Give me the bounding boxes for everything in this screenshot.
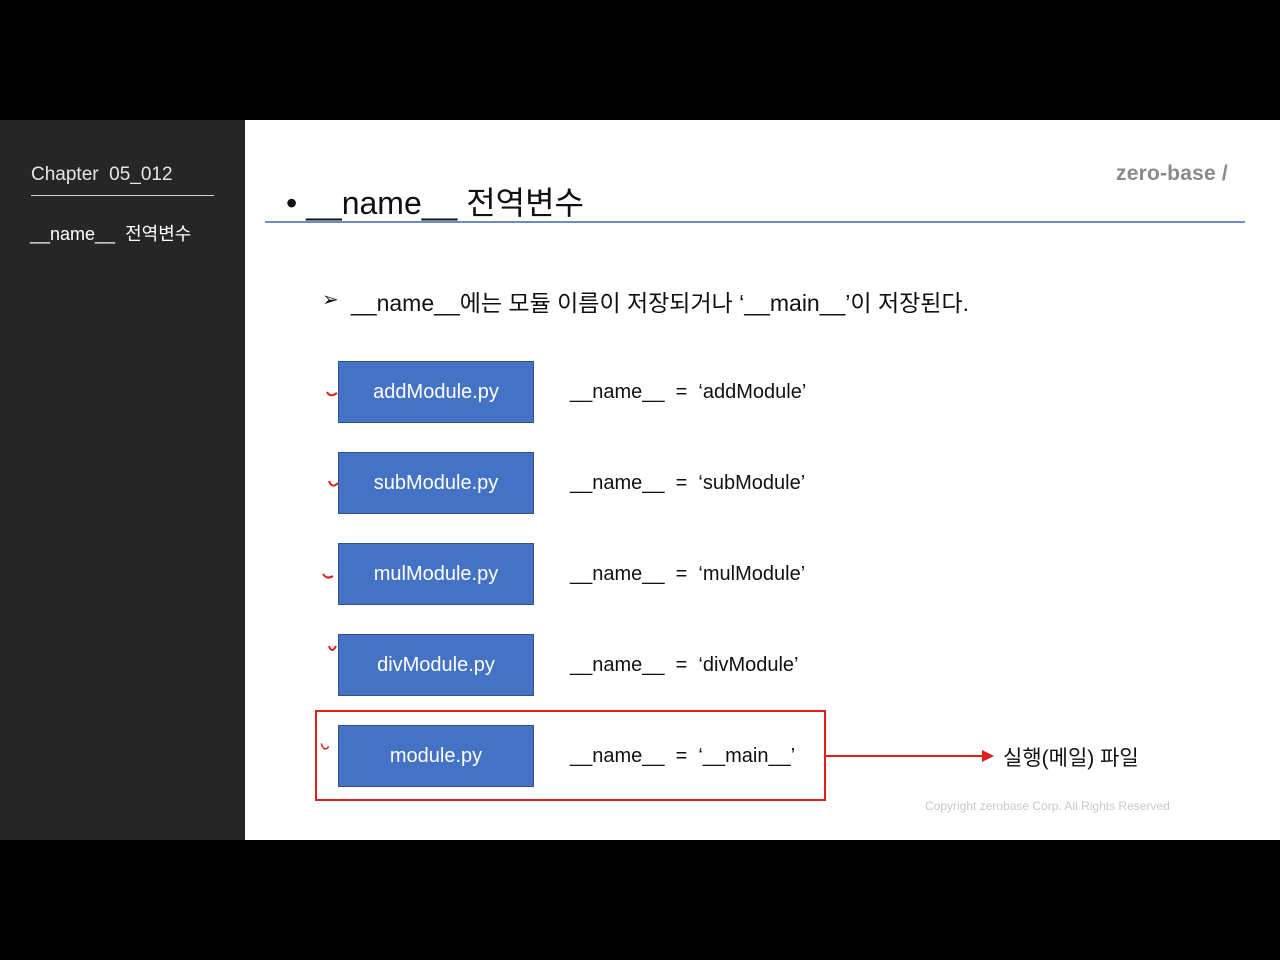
module-assign-mul: __name__ = ‘mulModule’ [570, 563, 806, 585]
bullet-arrow-icon: ➢ [322, 287, 339, 311]
annotation-tick-icon [326, 391, 338, 397]
module-box-mul: mulModule.py [338, 543, 534, 605]
arrow-right-icon [826, 750, 994, 762]
slide-title: • __name__ 전역변수 [286, 185, 584, 221]
exec-file-label: 실행(메일) 파일 [1003, 747, 1139, 770]
chapter-label: Chapter 05_012 [31, 164, 173, 185]
title-divider [265, 221, 1245, 223]
zero-base-logo: zero-base / [1116, 162, 1228, 185]
module-assign-add: __name__ = ‘addModule’ [570, 381, 807, 403]
module-box-add: addModule.py [338, 361, 534, 423]
annotation-tick-icon [328, 480, 339, 487]
module-box-div: divModule.py [338, 634, 534, 696]
sidebar-topic: __name__ 전역변수 [30, 224, 192, 244]
annotation-tick-icon [328, 645, 337, 651]
annotation-tick-icon [322, 573, 334, 579]
chapter-divider [31, 195, 214, 196]
module-assign-div: __name__ = ‘divModule’ [570, 654, 799, 676]
main-module-highlight [315, 710, 826, 801]
bullet-text: __name__에는 모듈 이름이 저장되거나 ‘__main__’이 저장된다… [351, 290, 969, 316]
copyright-text: Copyright zerobase Corp. All Rights Rese… [925, 799, 1170, 813]
module-box-sub: subModule.py [338, 452, 534, 514]
module-assign-sub: __name__ = ‘subModule’ [570, 472, 806, 494]
